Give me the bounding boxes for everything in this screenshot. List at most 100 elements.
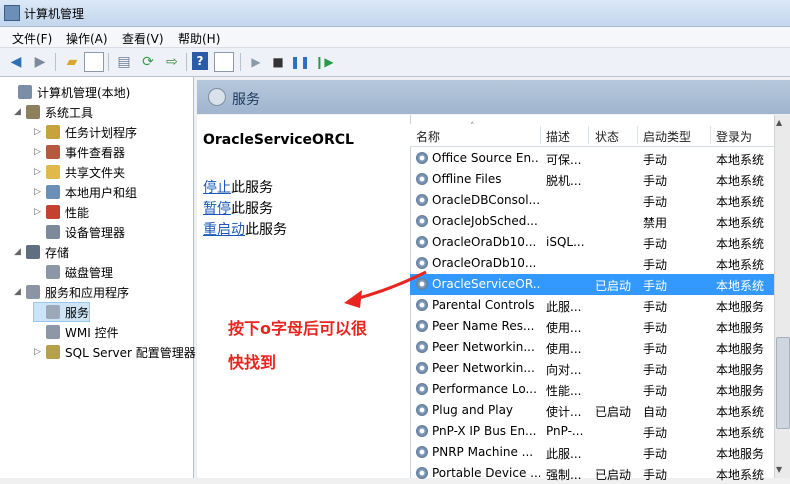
service-logon-cell: 本地系统 [716, 174, 765, 188]
pause-action: 暂停此服务 [203, 198, 273, 218]
up-folder-icon[interactable]: ▰ [62, 52, 82, 72]
tree-item[interactable]: ▷ SQL Server 配置管理器 [34, 343, 196, 361]
tree-item[interactable]: 服务 [32, 302, 91, 322]
pause-service-icon[interactable]: ❚❚ [290, 52, 310, 72]
tree-item[interactable]: 计算机管理(本地) [6, 83, 130, 101]
service-logon-cell: 本地服务 [716, 321, 765, 335]
service-description-cell: 强制... [546, 468, 582, 482]
service-name-cell: OracleServiceOR... [432, 277, 540, 291]
restart-service-icon[interactable]: ❙▶ [314, 52, 334, 72]
forward-arrow-icon[interactable]: ▶ [30, 52, 50, 72]
service-row[interactable]: Office Source En... 可保... 手动 本地系统 [410, 148, 774, 169]
tree-item-label: SQL Server 配置管理器 [65, 345, 196, 360]
service-row[interactable]: Parental Controls 此服... 手动 本地服务 [410, 295, 774, 316]
collapse-arrow-icon[interactable]: ◢ [14, 107, 26, 117]
export-list-icon[interactable]: ⇨ [162, 52, 182, 72]
tree-item[interactable]: 磁盘管理 [34, 263, 113, 281]
menu-file[interactable]: 文件(F) [12, 30, 52, 47]
expand-arrow-icon[interactable]: ▷ [34, 207, 46, 217]
service-row[interactable]: Peer Name Res... 使用... 手动 本地服务 [410, 316, 774, 337]
expand-arrow-icon[interactable]: ▷ [34, 187, 46, 197]
expand-arrow-icon[interactable]: ▷ [34, 167, 46, 177]
service-logon-cell: 本地系统 [716, 153, 765, 167]
menu-bar [0, 27, 790, 48]
expand-arrow-icon[interactable]: ▷ [34, 147, 46, 157]
service-gear-icon [416, 446, 428, 458]
tree-item[interactable]: ▷ 本地用户和组 [34, 183, 137, 201]
toolbar-separator [55, 53, 56, 71]
tree-item[interactable]: ◢ 系统工具 [14, 103, 93, 121]
service-row[interactable]: OracleServiceOR... 已启动 手动 本地系统 [410, 274, 774, 295]
stop-service-icon[interactable]: ■ [268, 52, 288, 72]
service-row[interactable]: OracleDBConsol... 手动 本地系统 [410, 190, 774, 211]
tree-item[interactable]: ▷ 性能 [34, 203, 89, 221]
service-row[interactable]: Peer Networkin... 向对... 手动 本地服务 [410, 358, 774, 379]
menu-view[interactable]: 查看(V) [122, 30, 164, 47]
menu-help[interactable]: 帮助(H) [178, 30, 220, 47]
pause-link[interactable]: 暂停 [203, 201, 231, 217]
scroll-down-icon[interactable]: ▼ [776, 465, 782, 474]
tree-item[interactable]: ▷ 共享文件夹 [34, 163, 125, 181]
service-row[interactable]: Performance Lo... 性能... 手动 本地服务 [410, 379, 774, 400]
service-logon-cell: 本地服务 [716, 384, 765, 398]
service-description-cell: 使用... [546, 342, 582, 356]
tree-item[interactable]: ◢ 存储 [14, 243, 69, 261]
service-row[interactable]: OracleJobSched... 禁用 本地系统 [410, 211, 774, 232]
column-separator[interactable] [588, 126, 589, 144]
back-arrow-icon[interactable]: ◀ [6, 52, 26, 72]
service-startup-cell: 手动 [643, 174, 668, 188]
service-row[interactable]: Peer Networkin... 使用... 手动 本地服务 [410, 337, 774, 358]
help-icon[interactable]: ? [192, 52, 208, 70]
service-gear-icon [416, 404, 428, 416]
stop-link[interactable]: 停止 [203, 180, 231, 196]
tree-item[interactable]: 设备管理器 [34, 223, 125, 241]
refresh-icon[interactable]: ⟳ [138, 52, 158, 72]
tree-item[interactable]: ◢ 服务和应用程序 [14, 283, 129, 301]
tree-item[interactable]: WMI 控件 [34, 323, 119, 341]
tree-item-label: 事件查看器 [65, 145, 126, 160]
column-separator[interactable] [637, 126, 638, 144]
service-row[interactable]: OracleOraDb10... iSQL... 手动 本地系统 [410, 232, 774, 253]
properties-icon[interactable]: ▤ [114, 52, 134, 72]
start-service-icon[interactable]: ▶ [246, 52, 266, 72]
column-description[interactable]: 描述 [546, 128, 570, 145]
service-description-cell: PnP-... [546, 424, 584, 438]
service-name-cell: Peer Name Res... [432, 319, 535, 333]
service-row[interactable]: Offline Files 脱机... 手动 本地系统 [410, 169, 774, 190]
restart-link[interactable]: 重启动 [203, 222, 245, 238]
tree-item-label: 性能 [65, 205, 90, 220]
service-name-cell: PnP-X IP Bus En... [432, 424, 537, 438]
tree-item[interactable]: ▷ 事件查看器 [34, 143, 125, 161]
service-row[interactable]: OracleOraDb10... 手动 本地系统 [410, 253, 774, 274]
column-status[interactable]: 状态 [595, 128, 619, 145]
column-name[interactable]: 名称 [416, 128, 440, 145]
scroll-up-icon[interactable]: ▲ [776, 118, 782, 127]
column-startup-type[interactable]: 启动类型 [643, 128, 691, 145]
menu-action[interactable]: 操作(A) [66, 30, 108, 47]
service-status-cell: 已启动 [595, 405, 632, 419]
window-title: 计算机管理 [24, 7, 85, 21]
column-separator[interactable] [540, 126, 541, 144]
column-logon-as[interactable]: 登录为 [716, 128, 752, 145]
tree-item[interactable]: ▷ 任务计划程序 [34, 123, 137, 141]
sort-ascending-icon: ˄ [470, 122, 475, 132]
column-separator[interactable] [710, 126, 711, 144]
service-row[interactable]: PnP-X IP Bus En... PnP-... 手动 本地系统 [410, 421, 774, 442]
expand-arrow-icon[interactable]: ▷ [34, 347, 46, 357]
collapse-arrow-icon[interactable]: ◢ [14, 247, 26, 257]
service-startup-cell: 禁用 [643, 216, 668, 230]
collapse-arrow-icon[interactable]: ◢ [14, 287, 26, 297]
action-pane-icon[interactable] [214, 52, 234, 72]
service-startup-cell: 手动 [643, 426, 668, 440]
service-row[interactable]: Portable Device ... 强制... 已启动 手动 本地系统 [410, 463, 774, 484]
service-row[interactable]: Plug and Play 使计... 已启动 自动 本地系统 [410, 400, 774, 421]
annotation-text: 按下o字母后可以很 快找到 [228, 312, 418, 380]
show-hide-tree-icon[interactable] [84, 52, 104, 72]
services-apps-icon [26, 285, 40, 299]
scrollbar-thumb[interactable] [776, 337, 790, 429]
service-name-cell: Peer Networkin... [432, 361, 535, 375]
tree-item-label: 存储 [45, 245, 70, 260]
service-logon-cell: 本地系统 [716, 279, 765, 293]
service-row[interactable]: PNRP Machine ... 此服... 手动 本地服务 [410, 442, 774, 463]
expand-arrow-icon[interactable]: ▷ [34, 127, 46, 137]
